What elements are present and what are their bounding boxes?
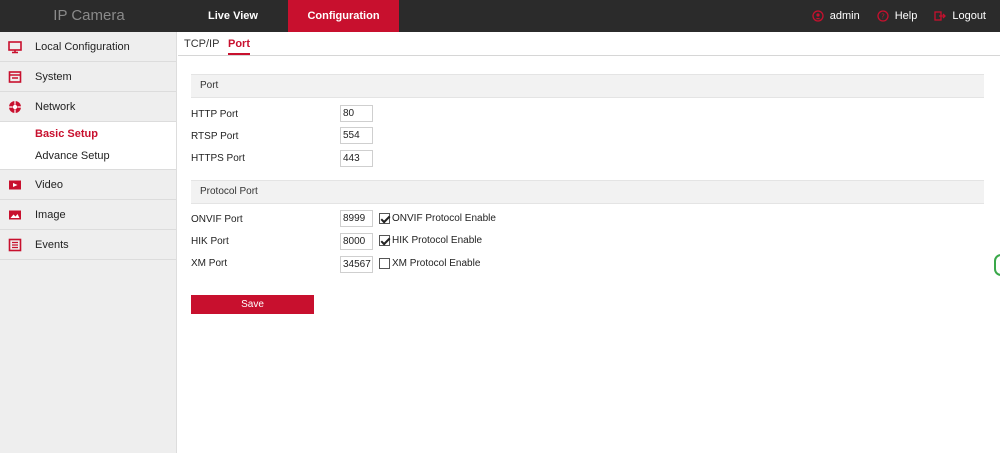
sidebar-item-events[interactable]: Events [0, 230, 176, 260]
sidebar-item-image[interactable]: Image [0, 200, 176, 230]
image-icon [9, 210, 21, 220]
http-port-label: HTTP Port [191, 109, 239, 120]
onvif-enable-checkbox[interactable] [379, 213, 390, 224]
sub-tabs: TCP/IP Port [178, 32, 1000, 56]
help-link[interactable]: ? Help [877, 10, 918, 22]
top-right-menu: admin ? Help Logout [795, 0, 986, 32]
onvif-enable-label: ONVIF Protocol Enable [392, 213, 496, 224]
hik-port-label: HIK Port [191, 236, 229, 247]
logout-label: Logout [952, 10, 986, 22]
sidebar-item-label: Network [35, 101, 76, 113]
main-content: TCP/IP Port Port HTTP Port RTSP Port HTT… [178, 32, 1000, 453]
tab-live-view[interactable]: Live View [178, 0, 288, 32]
onvif-port-input[interactable] [340, 210, 373, 227]
hik-enable-option[interactable]: HIK Protocol Enable [379, 235, 482, 246]
video-icon [9, 180, 21, 190]
network-submenu: Basic Setup Advance Setup [0, 122, 176, 170]
sidebar-item-label: Image [35, 209, 66, 221]
logout-icon [934, 11, 947, 21]
network-icon [9, 101, 21, 113]
xm-enable-option[interactable]: XM Protocol Enable [379, 258, 480, 269]
tab-tcp-ip[interactable]: TCP/IP [184, 38, 219, 50]
https-port-label: HTTPS Port [191, 153, 245, 164]
admin-link[interactable]: admin [812, 10, 860, 22]
monitor-icon [8, 41, 22, 54]
sidebar-item-local-configuration[interactable]: Local Configuration [0, 32, 176, 62]
svg-text:?: ? [881, 13, 885, 21]
section-header-port: Port [191, 74, 984, 98]
rtsp-port-label: RTSP Port [191, 131, 239, 142]
user-icon [812, 10, 824, 22]
system-icon [8, 71, 22, 83]
onvif-port-label: ONVIF Port [191, 214, 243, 225]
brand-title: IP Camera [53, 7, 125, 24]
help-icon: ? [877, 10, 889, 22]
hik-enable-label: HIK Protocol Enable [392, 235, 483, 246]
sidebar-item-network[interactable]: Network [0, 92, 176, 122]
section-header-protocol-port: Protocol Port [191, 180, 984, 204]
xm-enable-label: XM Protocol Enable [392, 258, 481, 269]
sidebar-subitem-advance-setup[interactable]: Advance Setup [0, 145, 176, 167]
sidebar-item-video[interactable]: Video [0, 170, 176, 200]
events-icon [8, 238, 22, 252]
sidebar-item-label: Local Configuration [35, 41, 130, 53]
hik-port-input[interactable] [340, 233, 373, 250]
logout-link[interactable]: Logout [934, 10, 986, 22]
sidebar-item-label: Events [35, 239, 69, 251]
xm-enable-checkbox[interactable] [379, 258, 390, 269]
sidebar-item-label: Video [35, 179, 63, 191]
https-port-input[interactable] [340, 150, 373, 167]
xm-port-label: XM Port [191, 258, 228, 269]
help-label: Help [894, 10, 918, 22]
tab-configuration[interactable]: Configuration [288, 0, 399, 32]
top-bar: IP Camera Live View Configuration admin … [0, 0, 1000, 32]
hik-enable-checkbox[interactable] [379, 235, 390, 246]
tab-port[interactable]: Port [228, 38, 250, 55]
sidebar-item-system[interactable]: System [0, 62, 176, 92]
save-button[interactable]: Save [191, 295, 314, 314]
xm-port-input[interactable] [340, 256, 373, 273]
rtsp-port-input[interactable] [340, 127, 373, 144]
floating-widget-icon[interactable] [994, 254, 1000, 276]
http-port-input[interactable] [340, 105, 373, 122]
sidebar-item-label: System [35, 71, 72, 83]
admin-label: admin [829, 10, 860, 22]
onvif-enable-option[interactable]: ONVIF Protocol Enable [379, 213, 496, 224]
sidebar: Local Configuration System Network Basic… [0, 32, 177, 453]
sidebar-subitem-basic-setup[interactable]: Basic Setup [0, 123, 176, 145]
